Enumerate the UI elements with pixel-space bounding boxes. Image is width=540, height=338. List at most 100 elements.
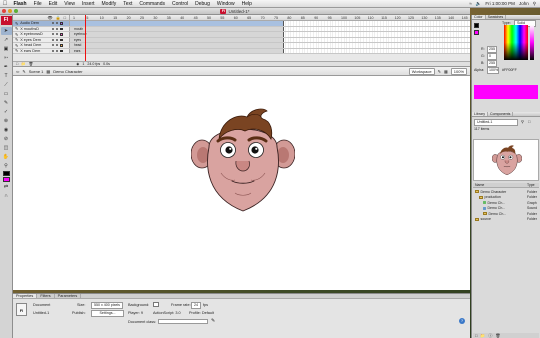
hand-tool-icon[interactable]: ✋ <box>1 153 12 161</box>
tab-components[interactable]: Components <box>488 112 514 116</box>
new-library-panel-icon[interactable]: □ <box>528 119 530 124</box>
layer-outline-color[interactable] <box>60 38 64 41</box>
blue-input[interactable]: 255 <box>487 60 497 67</box>
layer-lock-dot[interactable] <box>56 27 59 30</box>
new-folder-icon[interactable]: 📁 <box>21 62 25 66</box>
apple-menu-icon[interactable]:  <box>0 1 10 7</box>
eyedropper-tool-icon[interactable]: ⊘ <box>1 135 12 143</box>
layer-frames[interactable]: ears <box>70 48 470 53</box>
volume-icon[interactable]: 🔈 <box>476 1 482 7</box>
line-tool-icon[interactable]: ⟋ <box>1 81 12 89</box>
frame-label[interactable]: head <box>70 43 284 48</box>
tab-swatches[interactable]: Swatches <box>486 15 507 19</box>
layer-visibility-dot[interactable] <box>52 49 55 52</box>
show-hide-icon[interactable]: 👁 <box>48 15 53 20</box>
menu-edit[interactable]: Edit <box>45 1 61 7</box>
menu-insert[interactable]: Insert <box>79 1 99 7</box>
size-button[interactable]: 550 x 400 pixels <box>91 302 123 309</box>
workspace-dropdown[interactable]: Workspace <box>408 67 435 75</box>
menu-view[interactable]: View <box>61 1 79 7</box>
library-properties-icon[interactable]: ⓘ <box>488 333 492 338</box>
type-column-header[interactable]: Type <box>527 183 539 187</box>
layer-lock-dot[interactable] <box>56 33 59 36</box>
alpha-input[interactable]: 100% <box>487 67 499 74</box>
green-input[interactable]: 0 <box>487 53 497 60</box>
menu-help[interactable]: Help <box>238 1 255 7</box>
rectangle-tool-icon[interactable]: ▭ <box>1 90 12 98</box>
menu-file[interactable]: File <box>30 1 45 7</box>
layer-name-cell[interactable]: ✎ X head Dem <box>13 43 70 48</box>
tab-parameters[interactable]: Parameters <box>55 294 82 298</box>
subselect-tool-icon[interactable]: ↗ <box>1 36 12 44</box>
zoom-dropdown[interactable]: 100% <box>450 67 467 75</box>
layer-name-cell[interactable]: ✎ X ears Dem <box>13 48 70 53</box>
layer-lock-dot[interactable] <box>56 49 59 52</box>
settings-button[interactable]: Settings... <box>91 310 124 317</box>
menu-control[interactable]: Control <box>169 1 192 7</box>
pin-library-icon[interactable]: ⚲ <box>521 119 524 124</box>
layer-frames[interactable]: head <box>70 43 470 48</box>
brightness-slider[interactable] <box>530 25 534 60</box>
menu-window[interactable]: Window <box>213 1 238 7</box>
clock[interactable]: Fri 1:00:00 PM <box>485 1 515 6</box>
document-class-input[interactable] <box>158 319 208 324</box>
layer-frames[interactable]: mouth <box>70 26 470 31</box>
color-spectrum[interactable] <box>504 25 528 60</box>
layer-name-cell[interactable]: ✎ Audio Dem <box>13 21 70 26</box>
stroke-color-swatch[interactable] <box>2 171 10 176</box>
menu-modify[interactable]: Modify <box>98 1 120 7</box>
layer-lock-dot[interactable] <box>56 22 59 25</box>
frame-label[interactable] <box>70 21 284 26</box>
menu-app-name[interactable]: Flash <box>10 1 30 7</box>
scene-breadcrumb[interactable]: Scene 1 <box>29 69 44 74</box>
layer-visibility-dot[interactable] <box>52 33 55 36</box>
timeline-layer[interactable]: ✎ X ears Dem ears <box>13 48 470 54</box>
layer-outline-color[interactable] <box>60 44 64 47</box>
fill-swatch[interactable] <box>474 30 479 35</box>
layer-outline-color[interactable] <box>60 22 64 25</box>
layer-name-cell[interactable]: ✎ X mouthsD <box>13 26 70 31</box>
back-arrow-icon[interactable]: ⇦ <box>16 69 19 74</box>
layer-frames[interactable]: eyes <box>70 37 470 42</box>
edit-symbol-icon[interactable]: ▦ <box>444 69 448 74</box>
frame-ruler[interactable]: 1 5 10 15 20 25 30 35 40 45 50 55 60 65 70 75 80 85 90 95 10… <box>70 15 470 20</box>
delete-layer-icon[interactable]: 🗑 <box>29 62 34 66</box>
background-color-swatch[interactable] <box>153 302 159 307</box>
bone-tool-icon[interactable]: ⊛ <box>1 117 12 125</box>
layer-visibility-dot[interactable] <box>52 38 55 41</box>
frame-label[interactable]: eyebrow <box>70 32 284 37</box>
menu-commands[interactable]: Commands <box>136 1 169 7</box>
fill-color-swatch[interactable] <box>2 177 10 182</box>
library-document-dropdown[interactable]: Untitled-1 <box>474 119 518 126</box>
hex-value[interactable]: #FF00FF <box>502 68 517 72</box>
frame-label[interactable]: ears <box>70 48 284 53</box>
layer-lock-dot[interactable] <box>56 38 59 41</box>
new-symbol-icon[interactable]: □ <box>475 333 477 338</box>
zoom-tool-icon[interactable]: ⚲ <box>1 162 12 170</box>
frame-label[interactable]: mouth <box>70 26 284 31</box>
arrow-tool-icon[interactable]: ➤ <box>0 27 12 35</box>
layer-outline-color[interactable] <box>60 33 64 36</box>
wifi-icon[interactable]: ≈ <box>469 1 471 6</box>
lock-icon[interactable]: 🔒 <box>56 15 61 20</box>
edit-class-pencil-icon[interactable]: ✎ <box>211 318 215 324</box>
tab-filters[interactable]: Filters <box>37 294 55 298</box>
layer-frames[interactable] <box>70 21 470 26</box>
snap-magnet-icon[interactable]: ∩ <box>1 192 12 200</box>
outline-icon[interactable]: □ <box>64 15 66 20</box>
library-new-folder-icon[interactable]: 📁 <box>480 333 485 338</box>
layer-visibility-dot[interactable] <box>52 22 55 25</box>
tab-color[interactable]: Color <box>472 15 486 19</box>
brush-tool-icon[interactable]: ✓ <box>1 108 12 116</box>
edit-scene-icon[interactable]: ✎ <box>438 69 441 74</box>
lasso-tool-icon[interactable]: ➳ <box>1 54 12 62</box>
transform-tool-icon[interactable]: ▣ <box>1 45 12 53</box>
layer-name-cell[interactable]: ✎ X eyes Dem <box>13 37 70 42</box>
layer-outline-color[interactable] <box>60 49 64 52</box>
frame-label[interactable]: eyes <box>70 37 284 42</box>
text-tool-icon[interactable]: T <box>1 72 12 80</box>
symbol-breadcrumb[interactable]: Demo Character <box>53 69 82 74</box>
new-layer-icon[interactable]: □ <box>16 62 18 66</box>
pen-tool-icon[interactable]: ✒ <box>1 63 12 71</box>
library-delete-icon[interactable]: 🗑 <box>495 333 500 338</box>
